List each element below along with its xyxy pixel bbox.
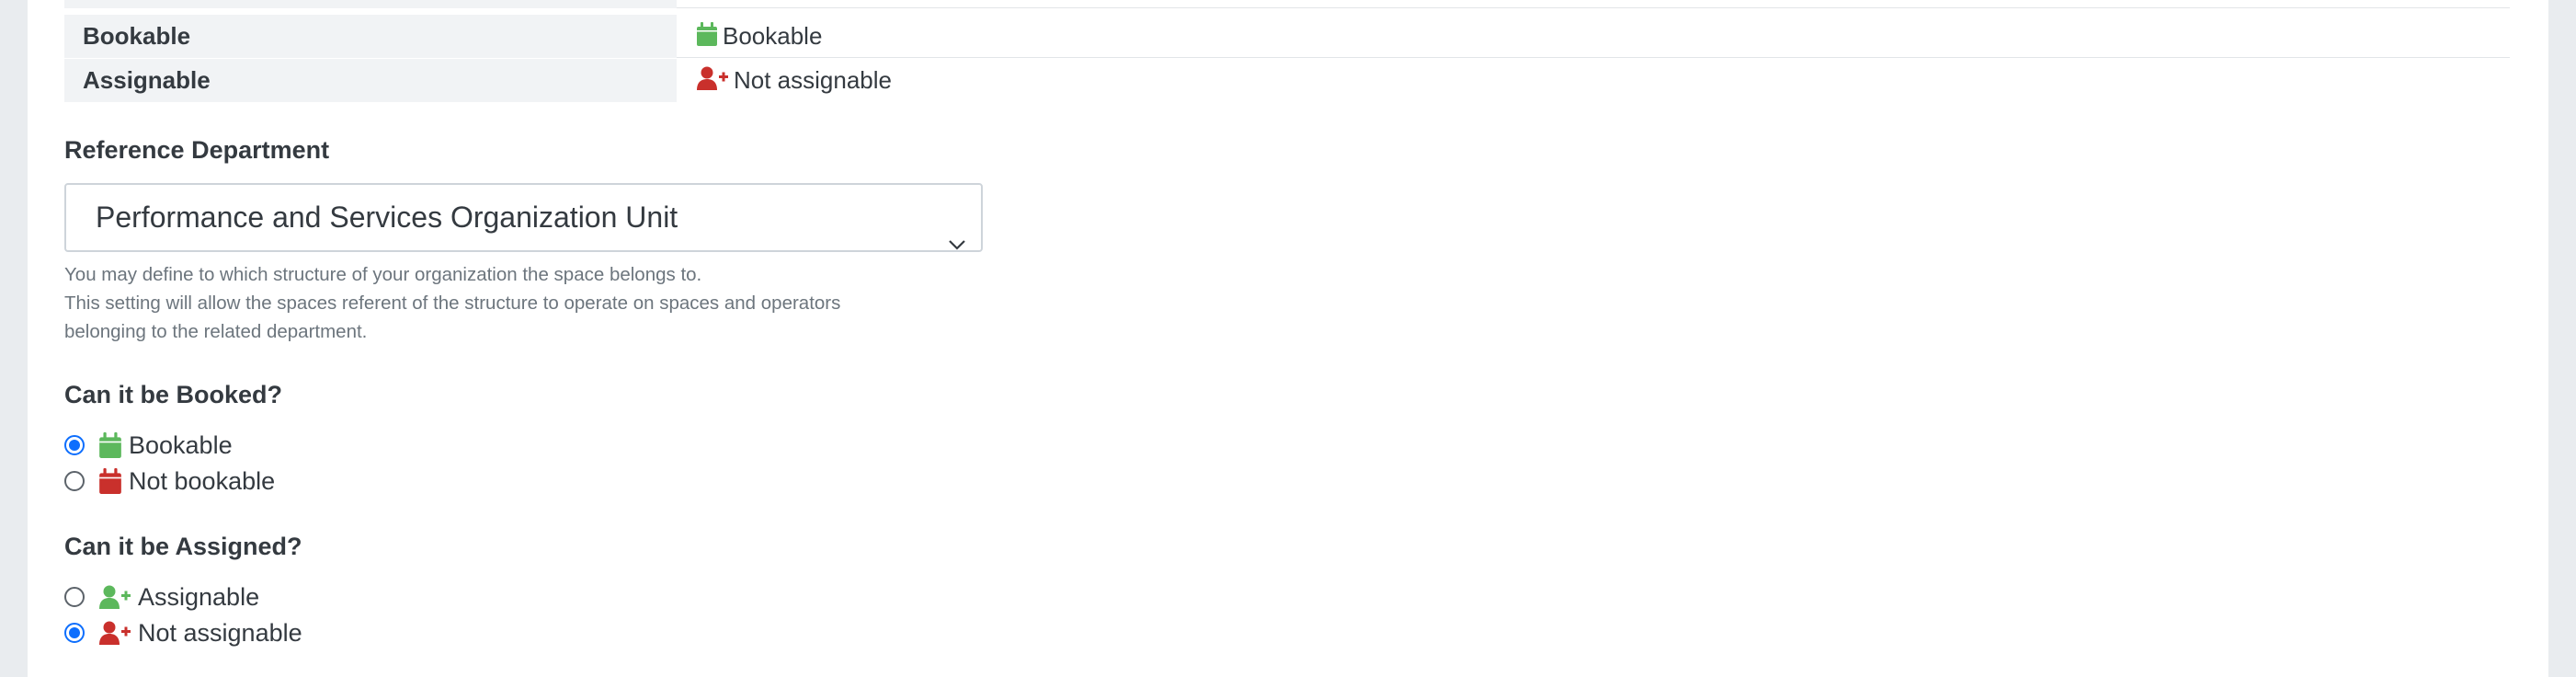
radio-assignable[interactable] — [64, 587, 85, 607]
department-help-text: You may define to which structure of you… — [64, 260, 1076, 346]
booking-label: Can it be Booked? — [64, 381, 283, 408]
user-plus-icon — [697, 61, 728, 104]
help-line: You may define to which structure of you… — [64, 264, 702, 285]
calendar-icon — [99, 432, 121, 466]
summary-row-cut — [64, 0, 2510, 8]
summary-value-assignable: Not assignable — [677, 59, 2510, 102]
summary-key-assignable: Assignable — [64, 59, 677, 102]
user-plus-icon — [99, 584, 131, 617]
assignment-label: Can it be Assigned? — [64, 533, 302, 560]
radio-label-not-assignable: Not assignable — [138, 619, 302, 647]
help-line: belonging to the related department. — [64, 321, 368, 342]
department-selected-value: Performance and Services Organization Un… — [96, 201, 678, 234]
radio-label-assignable: Assignable — [138, 583, 260, 611]
user-plus-icon — [99, 620, 131, 653]
radio-not-bookable[interactable] — [64, 471, 85, 491]
space-settings-panel: Bookable Bookable Assignable Not assigna… — [28, 0, 2548, 677]
calendar-icon — [99, 468, 121, 502]
help-line: This setting will allow the spaces refer… — [64, 293, 841, 314]
summary-value-bookable: Bookable — [677, 15, 2510, 58]
department-select[interactable]: Performance and Services Organization Un… — [64, 183, 983, 252]
summary-row-assignable: Assignable Not assignable — [64, 59, 2510, 102]
department-label: Reference Department — [64, 136, 330, 164]
summary-key-bookable: Bookable — [64, 15, 677, 58]
radio-bookable[interactable] — [64, 435, 85, 455]
radio-not-assignable[interactable] — [64, 623, 85, 643]
radio-label-bookable: Bookable — [129, 431, 233, 459]
summary-row-bookable: Bookable Bookable — [64, 15, 2510, 58]
calendar-icon — [697, 17, 717, 60]
radio-label-not-bookable: Not bookable — [129, 467, 276, 495]
